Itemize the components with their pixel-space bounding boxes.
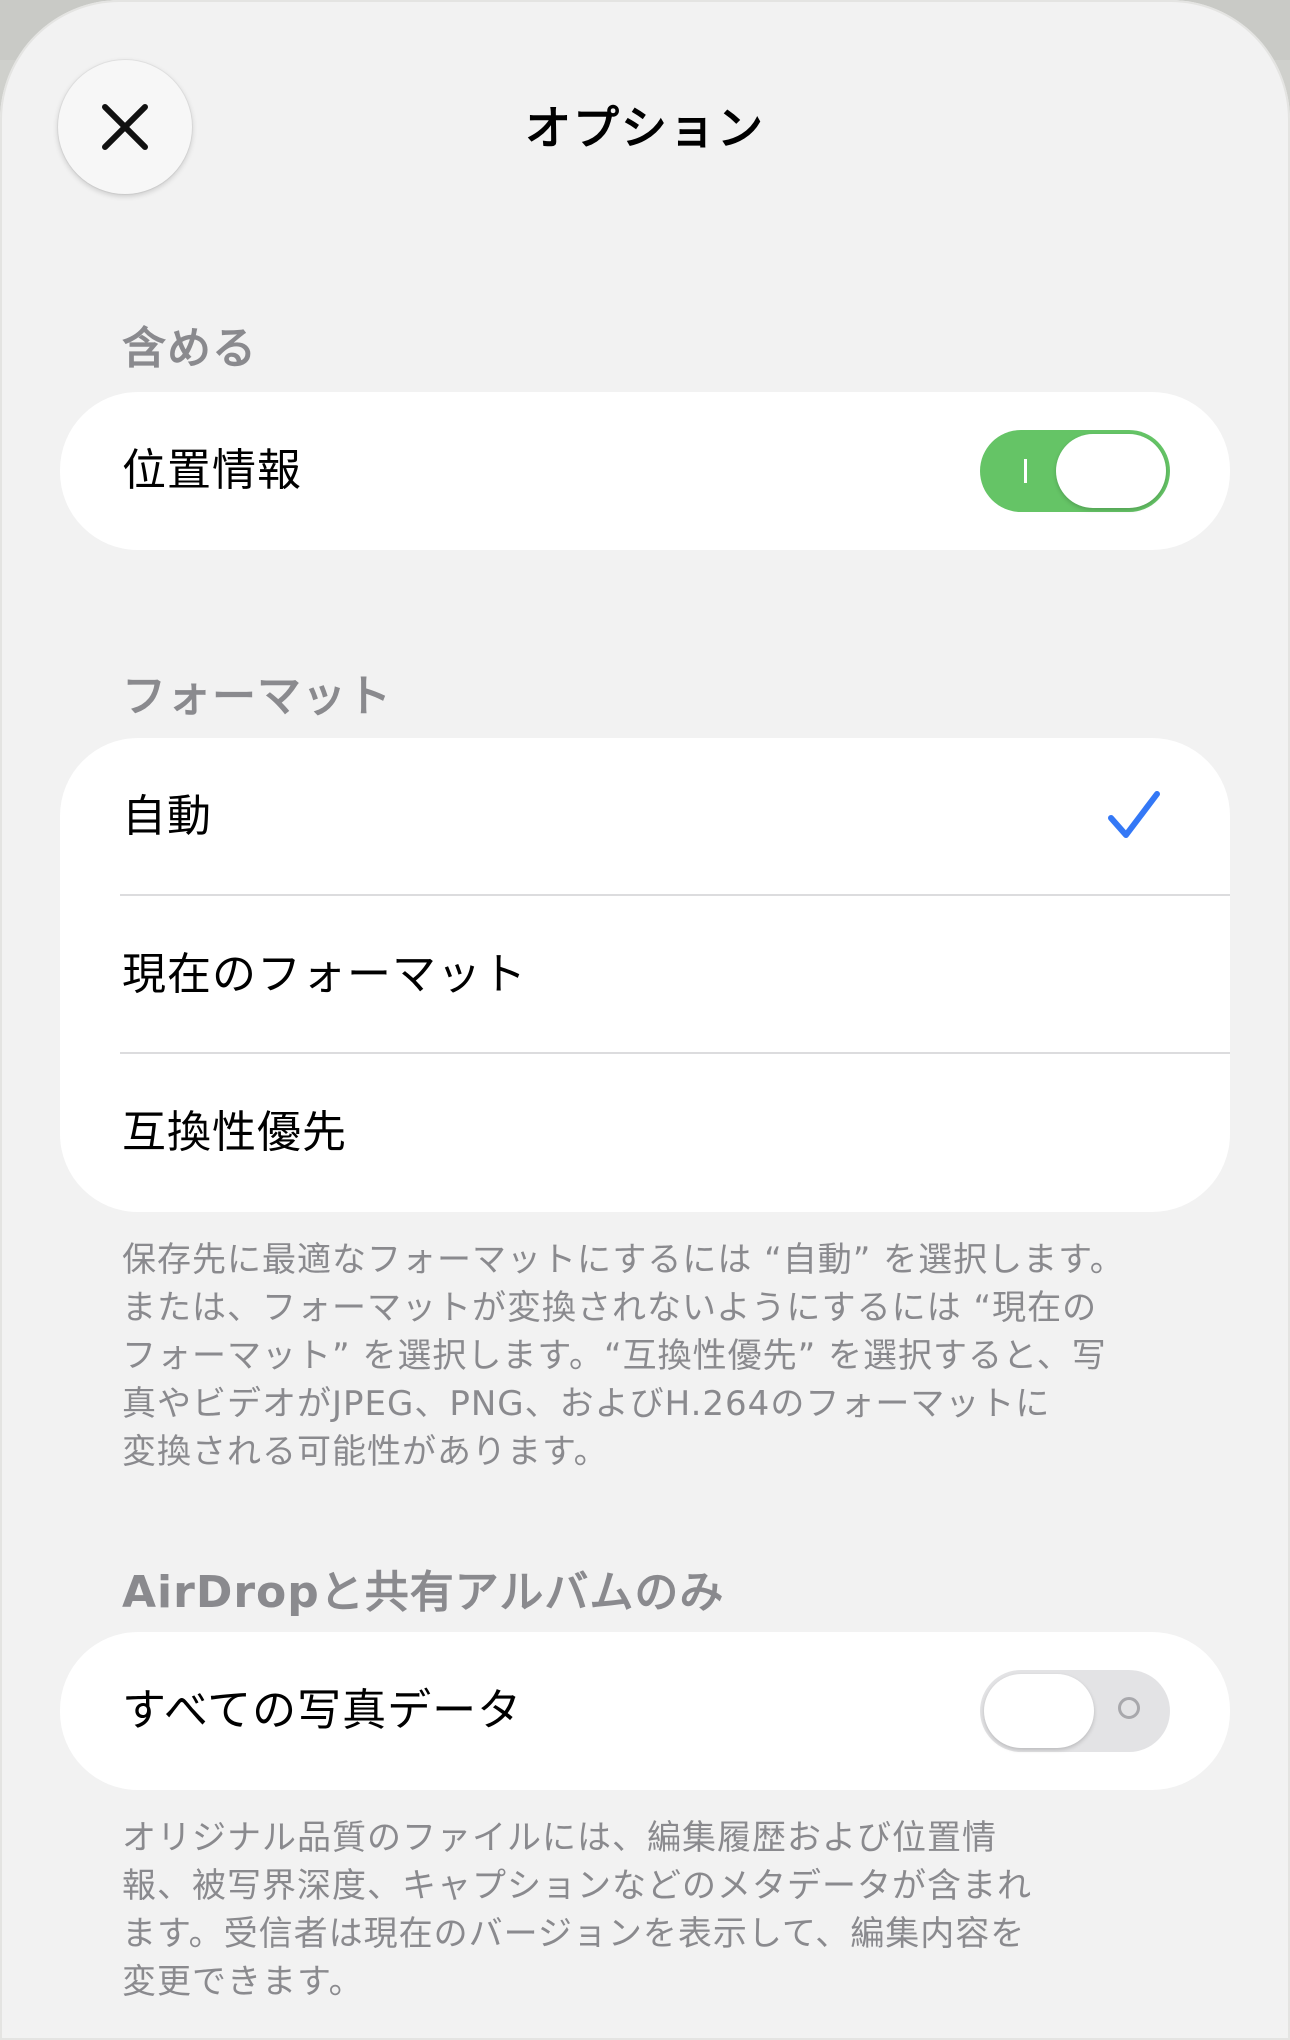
toggle-knob [984, 1674, 1094, 1748]
options-sheet: オプション 含める 位置情報 フォーマット 自動 現在のフォーマット 互換性優先 [0, 0, 1290, 2040]
format-option-label: 互換性優先 [122, 1107, 347, 1158]
footer-line: 報、被写界深度、キャプションなどのメタデータが含まれ [122, 1866, 1032, 1906]
footer-line: フォーマット” を選択します。“互換性優先” を選択すると、写 [122, 1336, 1107, 1376]
format-card: 自動 現在のフォーマット 互換性優先 [60, 738, 1230, 1212]
checkmark-icon [1108, 791, 1160, 838]
airdrop-footer: オリジナル品質のファイルには、編集履歴および位置情 報、被写界深度、キャプション… [122, 1814, 1032, 2006]
footer-line: 保存先に最適なフォーマットにするには “自動” を選択します。 [122, 1240, 1125, 1280]
toggle-off-indicator [1118, 1697, 1140, 1719]
location-toggle[interactable] [980, 430, 1170, 512]
all-photo-data-row[interactable]: すべての写真データ [60, 1632, 1230, 1790]
footer-line: 真やビデオがJPEG、PNG、およびH.264のフォーマットに [122, 1384, 1051, 1424]
include-card: 位置情報 [60, 392, 1230, 550]
footer-line: または、フォーマットが変換されないようにするには “現在の [122, 1288, 1098, 1328]
footer-line: オリジナル品質のファイルには、編集履歴および位置情 [122, 1818, 997, 1858]
format-option-compatible[interactable]: 互換性優先 [60, 1054, 1230, 1212]
footer-line: ます。受信者は現在のバージョンを表示して、編集内容を [122, 1914, 1026, 1954]
page-title: オプション [525, 101, 765, 155]
format-option-current[interactable]: 現在のフォーマット [60, 896, 1230, 1054]
format-option-auto[interactable]: 自動 [60, 738, 1230, 896]
footer-line: 変換される可能性があります。 [122, 1432, 609, 1472]
section-header-include: 含める [122, 323, 257, 374]
toggle-on-indicator [1024, 459, 1027, 483]
location-row[interactable]: 位置情報 [60, 392, 1230, 550]
all-photo-data-toggle[interactable] [980, 1670, 1170, 1752]
section-header-format: フォーマット [122, 671, 392, 722]
format-option-label: 現在のフォーマット [122, 949, 527, 1000]
format-option-label: 自動 [122, 791, 212, 842]
all-photo-data-label: すべての写真データ [122, 1685, 523, 1736]
section-header-airdrop: AirDropと共有アルバムのみ [122, 1567, 725, 1618]
footer-line: 変更できます。 [122, 1962, 364, 2002]
toggle-knob [1056, 434, 1166, 508]
location-label: 位置情報 [122, 445, 302, 496]
format-footer: 保存先に最適なフォーマットにするには “自動” を選択します。 または、フォーマ… [122, 1236, 1125, 1476]
airdrop-card: すべての写真データ [60, 1632, 1230, 1790]
